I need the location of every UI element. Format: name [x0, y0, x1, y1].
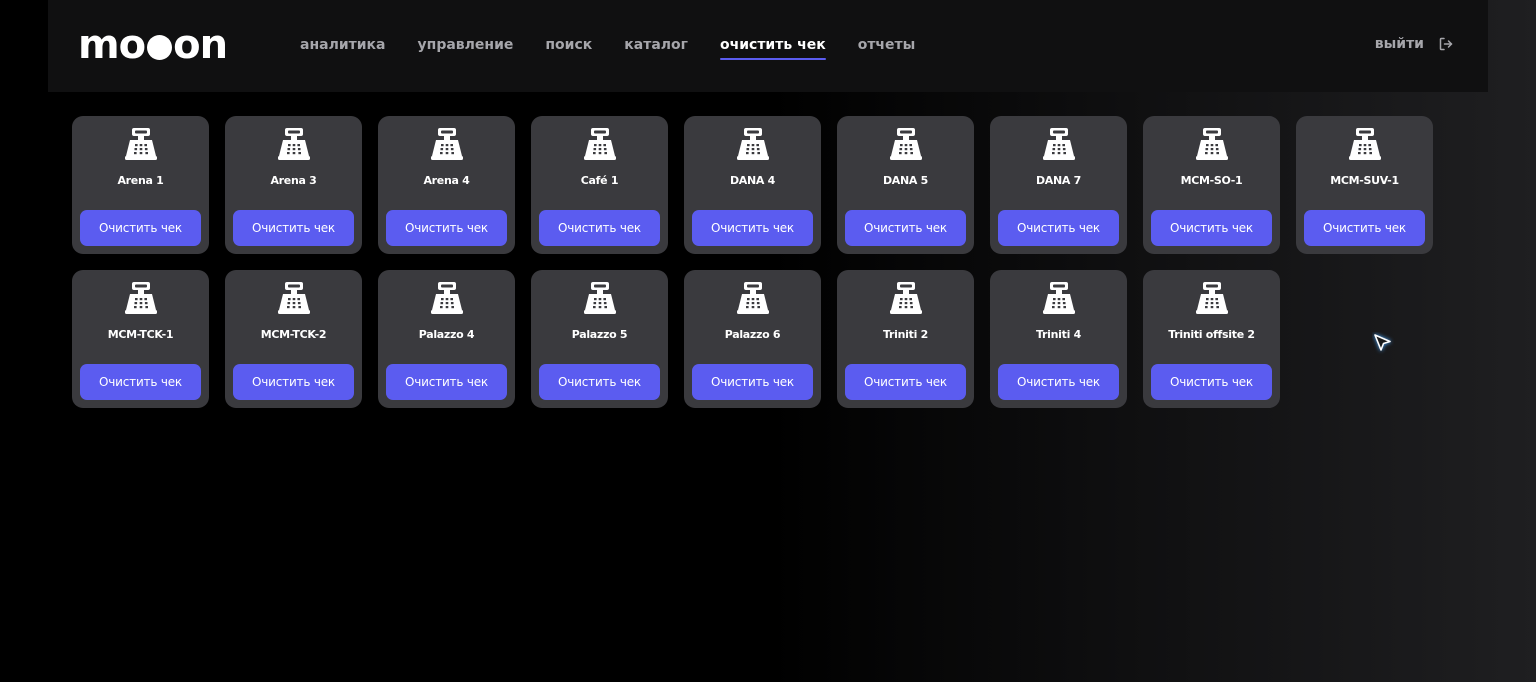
mooon-logo[interactable]: mo on [78, 22, 228, 68]
cash-register-name: DANA 7 [1035, 174, 1082, 187]
cash-register-name: Triniti 4 [1036, 328, 1081, 341]
clear-check-button[interactable]: Очистить чек [1304, 210, 1425, 246]
cash-register-card: Triniti 2 Очистить чек [837, 270, 974, 408]
cash-register-icon [1194, 126, 1230, 162]
clear-check-button[interactable]: Очистить чек [539, 364, 660, 400]
mouse-cursor-icon [1372, 332, 1394, 356]
cash-register-card: DANA 4 Очистить чек [684, 116, 821, 254]
clear-check-button[interactable]: Очистить чек [80, 210, 201, 246]
cash-register-card: Palazzo 5 Очистить чек [531, 270, 668, 408]
clear-check-button[interactable]: Очистить чек [845, 210, 966, 246]
cash-register-name: Arena 1 [117, 174, 164, 187]
clear-check-button[interactable]: Очистить чек [1151, 364, 1272, 400]
nav-item-analytics[interactable]: аналитика [300, 0, 386, 91]
cash-register-card: Café 1 Очистить чек [531, 116, 668, 254]
nav-item-search[interactable]: поиск [545, 0, 592, 91]
cash-register-icon [123, 280, 159, 316]
cash-register-icon [123, 126, 159, 162]
cash-register-card: Palazzo 6 Очистить чек [684, 270, 821, 408]
cash-register-card: MCM-TCK-1 Очистить чек [72, 270, 209, 408]
cash-register-card: Triniti 4 Очистить чек [990, 270, 1127, 408]
clear-check-button[interactable]: Очистить чек [692, 210, 813, 246]
cash-register-name: MCM-SO-1 [1180, 174, 1243, 187]
cash-register-name: MCM-SUV-1 [1330, 174, 1399, 187]
cash-register-card: Arena 4 Очистить чек [378, 116, 515, 254]
clear-check-button[interactable]: Очистить чек [998, 210, 1119, 246]
cash-register-card: Arena 1 Очистить чек [72, 116, 209, 254]
cash-register-name: Palazzo 4 [418, 328, 475, 341]
cash-register-name: MCM-TCK-2 [260, 328, 327, 341]
clear-check-button[interactable]: Очистить чек [233, 210, 354, 246]
cash-register-card: MCM-TCK-2 Очистить чек [225, 270, 362, 408]
logout-button[interactable]: выйти [1375, 0, 1454, 90]
cash-register-icon [1041, 280, 1077, 316]
cash-register-name: Arena 4 [423, 174, 470, 187]
cash-register-name: DANA 4 [729, 174, 776, 187]
clear-check-button[interactable]: Очистить чек [1151, 210, 1272, 246]
clear-check-button[interactable]: Очистить чек [998, 364, 1119, 400]
cash-register-card: MCM-SO-1 Очистить чек [1143, 116, 1280, 254]
cash-register-grid: Arena 1 Очистить чек Arena 3 Очистить че… [72, 116, 1433, 408]
cash-register-icon [735, 280, 771, 316]
clear-check-button[interactable]: Очистить чек [233, 364, 354, 400]
cash-register-card: Triniti offsite 2 Очистить чек [1143, 270, 1280, 408]
main-nav: аналитика управление поиск каталог очист… [300, 0, 915, 92]
cash-register-icon [276, 126, 312, 162]
clear-check-button[interactable]: Очистить чек [539, 210, 660, 246]
logout-icon [1438, 36, 1454, 52]
cash-register-icon [276, 280, 312, 316]
top-navigation-bar: mo on аналитика управление поиск каталог … [48, 0, 1488, 92]
cash-register-icon [888, 126, 924, 162]
nav-item-catalog[interactable]: каталог [624, 0, 688, 91]
logo-dot [147, 34, 173, 60]
clear-check-button[interactable]: Очистить чек [80, 364, 201, 400]
cash-register-name: Café 1 [580, 174, 619, 187]
clear-check-button[interactable]: Очистить чек [386, 364, 507, 400]
cash-register-name: MCM-TCK-1 [107, 328, 174, 341]
nav-item-management[interactable]: управление [418, 0, 514, 91]
clear-check-button[interactable]: Очистить чек [386, 210, 507, 246]
cash-register-name: Triniti 2 [883, 328, 928, 341]
logout-label: выйти [1374, 36, 1424, 52]
cash-register-name: DANA 5 [882, 174, 929, 187]
cash-register-name: Arena 3 [270, 174, 317, 187]
cash-register-icon [1194, 280, 1230, 316]
clear-check-button[interactable]: Очистить чек [845, 364, 966, 400]
cash-register-card: Arena 3 Очистить чек [225, 116, 362, 254]
cash-register-name: Palazzo 6 [724, 328, 781, 341]
cash-register-card: DANA 7 Очистить чек [990, 116, 1127, 254]
cash-register-icon [1041, 126, 1077, 162]
cash-register-name: Palazzo 5 [571, 328, 628, 341]
cash-register-icon [582, 126, 618, 162]
cash-register-icon [735, 126, 771, 162]
cash-register-icon [582, 280, 618, 316]
cash-register-icon [429, 280, 465, 316]
cash-register-card: DANA 5 Очистить чек [837, 116, 974, 254]
cash-register-icon [429, 126, 465, 162]
cash-register-icon [1347, 126, 1383, 162]
cash-register-card: MCM-SUV-1 Очистить чек [1296, 116, 1433, 254]
nav-item-clear-check[interactable]: очистить чек [719, 0, 826, 91]
cash-register-card: Palazzo 4 Очистить чек [378, 270, 515, 408]
cash-register-name: Triniti offsite 2 [1168, 328, 1255, 341]
cash-register-icon [888, 280, 924, 316]
nav-item-reports[interactable]: отчеты [858, 0, 916, 91]
clear-check-button[interactable]: Очистить чек [692, 364, 813, 400]
